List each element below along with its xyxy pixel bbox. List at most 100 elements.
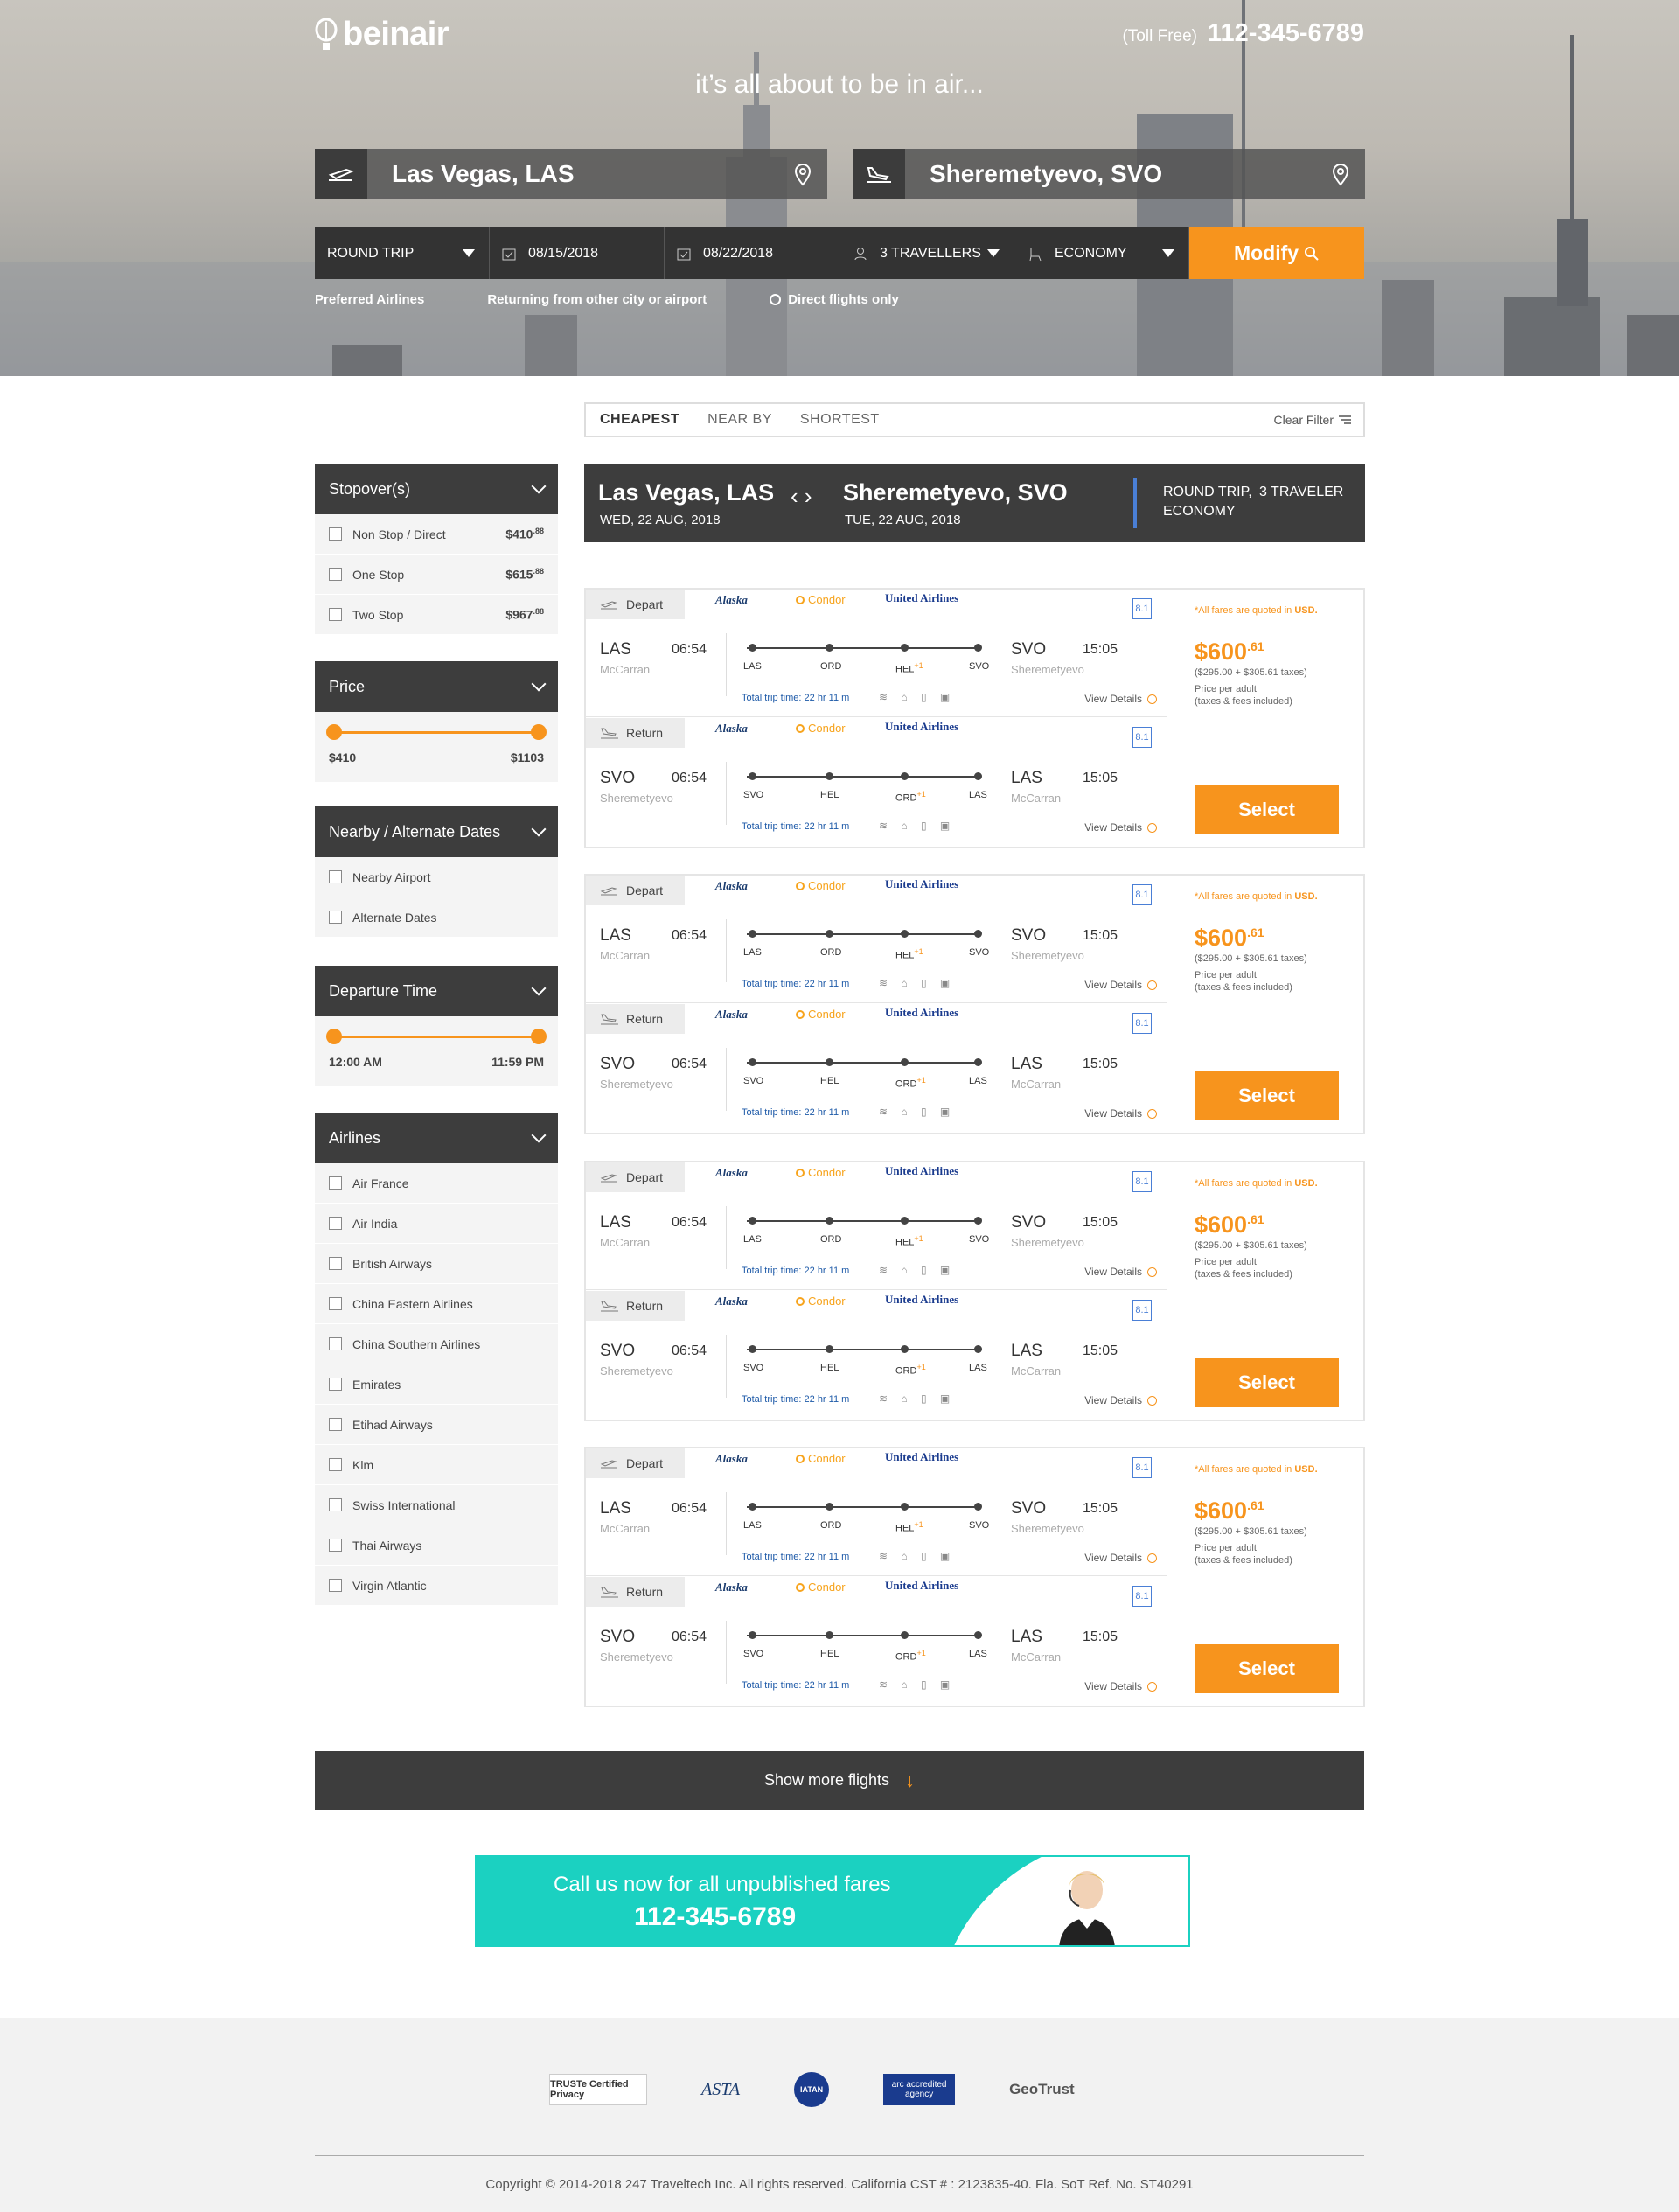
stop-dot bbox=[749, 930, 756, 938]
sort-tab-shortest[interactable]: SHORTEST bbox=[786, 412, 894, 428]
direct-flights-option[interactable]: Direct flights only bbox=[770, 292, 899, 307]
filter-option[interactable]: Alternate Dates bbox=[315, 897, 558, 938]
truste-badge[interactable]: TRUSTe Certified Privacy bbox=[549, 2074, 647, 2105]
travellers-select[interactable]: 3 TRAVELLERS bbox=[840, 227, 1014, 279]
checkbox[interactable] bbox=[329, 1378, 342, 1391]
depart-date-field[interactable]: 08/15/2018 bbox=[490, 227, 665, 279]
view-details-link[interactable]: View Details bbox=[1084, 1266, 1157, 1278]
amenity-icons: ≋ ⌂ ▯ ▣ bbox=[879, 820, 956, 832]
view-details-link[interactable]: View Details bbox=[1084, 821, 1157, 834]
filter-option[interactable]: Non Stop / Direct $410.88 bbox=[315, 514, 558, 555]
filter-option[interactable]: China Eastern Airlines bbox=[315, 1284, 558, 1324]
rating-badge[interactable]: 8.1 bbox=[1132, 1457, 1152, 1478]
trip-type-select[interactable]: ROUND TRIP bbox=[315, 227, 490, 279]
checkbox[interactable] bbox=[329, 608, 342, 621]
iatan-badge[interactable]: IATAN bbox=[794, 2072, 830, 2107]
show-more-button[interactable]: Show more flights ↓ bbox=[315, 1751, 1364, 1810]
select-flight-button[interactable]: Select bbox=[1195, 785, 1339, 834]
sort-tab-near-by[interactable]: NEAR BY bbox=[693, 412, 786, 428]
clear-filter-button[interactable]: Clear Filter bbox=[1274, 413, 1351, 427]
rating-badge[interactable]: 8.1 bbox=[1132, 727, 1152, 748]
checkbox[interactable] bbox=[329, 1539, 342, 1552]
call-banner[interactable]: Call us now for all unpublished fares 11… bbox=[475, 1855, 1190, 1947]
preferred-airlines-link[interactable]: Preferred Airlines bbox=[315, 292, 424, 307]
rating-badge[interactable]: 8.1 bbox=[1132, 1171, 1152, 1192]
sort-bar: CHEAPEST NEAR BY SHORTEST Clear Filter bbox=[584, 402, 1365, 437]
filter-option[interactable]: Nearby Airport bbox=[315, 857, 558, 897]
sort-tab-cheapest[interactable]: CHEAPEST bbox=[586, 412, 693, 428]
stopover-filter-header[interactable]: Stopover(s) bbox=[315, 464, 558, 514]
filter-option[interactable]: Etihad Airways bbox=[315, 1405, 558, 1445]
view-details-link[interactable]: View Details bbox=[1084, 1107, 1157, 1120]
filter-option[interactable]: Klm bbox=[315, 1445, 558, 1485]
slider-max-handle[interactable] bbox=[531, 724, 547, 740]
checkbox[interactable] bbox=[329, 527, 342, 541]
origin-field[interactable]: Las Vegas, LAS bbox=[315, 149, 827, 199]
filter-option[interactable]: China Southern Airlines bbox=[315, 1324, 558, 1364]
info-icon bbox=[1147, 822, 1157, 833]
checkbox[interactable] bbox=[329, 568, 342, 581]
departure-time-slider[interactable]: 12:00 AM 11:59 PM bbox=[315, 1016, 558, 1086]
checkbox[interactable] bbox=[329, 1418, 342, 1431]
modify-button[interactable]: Modify bbox=[1189, 227, 1364, 279]
rating-badge[interactable]: 8.1 bbox=[1132, 1586, 1152, 1607]
view-details-link[interactable]: View Details bbox=[1084, 1394, 1157, 1406]
arc-badge[interactable]: arc accredited agency bbox=[883, 2074, 956, 2105]
asta-badge[interactable]: ASTA bbox=[701, 2080, 740, 2100]
view-details-link[interactable]: View Details bbox=[1084, 1680, 1157, 1692]
location-pin-icon[interactable] bbox=[1316, 162, 1365, 186]
checkbox[interactable] bbox=[329, 1257, 342, 1270]
filter-option[interactable]: Thai Airways bbox=[315, 1525, 558, 1566]
departure-time-filter-header[interactable]: Departure Time bbox=[315, 966, 558, 1016]
view-details-link[interactable]: View Details bbox=[1084, 693, 1157, 705]
slider-min-handle[interactable] bbox=[326, 724, 342, 740]
filter-option[interactable]: One Stop $615.88 bbox=[315, 555, 558, 595]
filter-option[interactable]: Swiss International bbox=[315, 1485, 558, 1525]
filter-option[interactable]: Air India bbox=[315, 1204, 558, 1244]
filter-option[interactable]: Two Stop $967.88 bbox=[315, 595, 558, 635]
checkbox[interactable] bbox=[329, 870, 342, 883]
view-details-link[interactable]: View Details bbox=[1084, 979, 1157, 991]
swap-arrows-icon[interactable]: ‹ › bbox=[791, 483, 812, 510]
airlines-filter-header[interactable]: Airlines bbox=[315, 1113, 558, 1163]
filter-option[interactable]: Air France bbox=[315, 1163, 558, 1204]
brand-logo[interactable]: beinair bbox=[315, 16, 449, 53]
condor-logo: Condor bbox=[796, 1008, 846, 1021]
price-filter-header[interactable]: Price bbox=[315, 661, 558, 712]
slider-max-handle[interactable] bbox=[531, 1029, 547, 1044]
checkbox[interactable] bbox=[329, 1297, 342, 1310]
location-pin-icon[interactable] bbox=[778, 162, 827, 186]
checkbox[interactable] bbox=[329, 1337, 342, 1350]
select-flight-button[interactable]: Select bbox=[1195, 1071, 1339, 1120]
checkbox[interactable] bbox=[329, 1458, 342, 1471]
filter-option[interactable]: Virgin Atlantic bbox=[315, 1566, 558, 1606]
filter-option[interactable]: Emirates bbox=[315, 1364, 558, 1405]
rating-badge[interactable]: 8.1 bbox=[1132, 884, 1152, 905]
checkbox[interactable] bbox=[329, 911, 342, 924]
rating-badge[interactable]: 8.1 bbox=[1132, 1300, 1152, 1321]
rating-badge[interactable]: 8.1 bbox=[1132, 598, 1152, 619]
geotrust-badge[interactable]: GeoTrust bbox=[1009, 2081, 1075, 2098]
price-range-slider[interactable]: $410 $1103 bbox=[315, 712, 558, 782]
return-other-city-link[interactable]: Returning from other city or airport bbox=[487, 292, 707, 307]
checkbox[interactable] bbox=[329, 1498, 342, 1511]
toll-free-number[interactable]: 112-345-6789 bbox=[1208, 19, 1364, 48]
slider-min-handle[interactable] bbox=[326, 1029, 342, 1044]
tagline: it’s all about to be in air... bbox=[695, 70, 984, 99]
nearby-filter-header[interactable]: Nearby / Alternate Dates bbox=[315, 806, 558, 857]
select-flight-button[interactable]: Select bbox=[1195, 1358, 1339, 1407]
checkbox[interactable] bbox=[329, 1176, 342, 1190]
amenity-icons: ≋ ⌂ ▯ ▣ bbox=[879, 691, 956, 703]
call-banner-phone[interactable]: 112-345-6789 bbox=[634, 1902, 796, 1932]
destination-field[interactable]: Sheremetyevo, SVO bbox=[853, 149, 1365, 199]
checkbox[interactable] bbox=[329, 1217, 342, 1230]
filter-option[interactable]: British Airways bbox=[315, 1244, 558, 1284]
route-trip-type: ROUND TRIP, bbox=[1163, 485, 1252, 499]
view-details-link[interactable]: View Details bbox=[1084, 1552, 1157, 1564]
return-date-field[interactable]: 08/22/2018 bbox=[665, 227, 840, 279]
checkbox[interactable] bbox=[329, 1579, 342, 1592]
select-flight-button[interactable]: Select bbox=[1195, 1644, 1339, 1693]
rating-badge[interactable]: 8.1 bbox=[1132, 1013, 1152, 1034]
toll-free-phone[interactable]: (Toll Free) 112-345-6789 bbox=[1122, 19, 1364, 48]
cabin-select[interactable]: ECONOMY bbox=[1014, 227, 1189, 279]
